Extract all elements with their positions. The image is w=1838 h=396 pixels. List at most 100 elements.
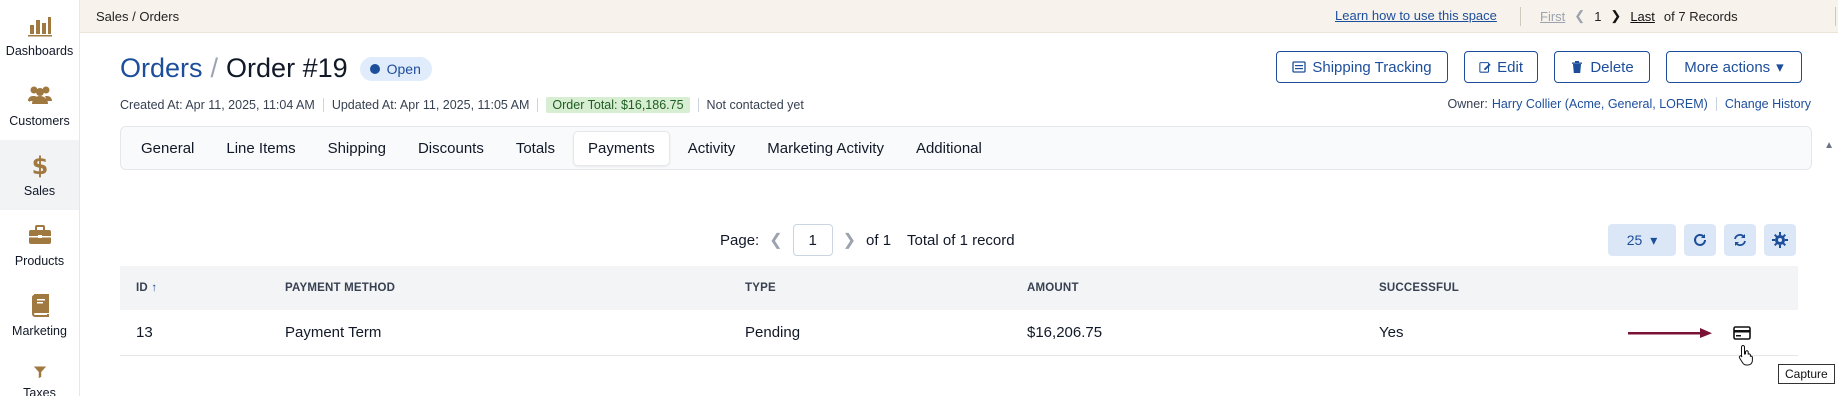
tab-discounts[interactable]: Discounts (404, 132, 498, 165)
app-root: Dashboards Customers $ Sales Products Ma… (0, 0, 1838, 396)
column-header-amount[interactable]: AMOUNT (1027, 282, 1379, 294)
column-header-payment-method[interactable]: PAYMENT METHOD (285, 282, 745, 294)
cell-type: Pending (745, 324, 801, 341)
refresh-button[interactable] (1684, 224, 1716, 256)
caret-down-icon: ▾ (1776, 59, 1784, 76)
record-pager: First ❮ 1 ❯ Last of 7 Records (1540, 8, 1738, 24)
cell-payment-method: Payment Term (285, 324, 382, 341)
grid-pager: Page: ❮ ❯ of 1 Total of 1 record (720, 224, 1015, 256)
sidebar-item-label: Marketing (12, 324, 67, 338)
funnel-icon (33, 366, 46, 379)
more-actions-button[interactable]: More actions ▾ (1666, 51, 1802, 83)
chevron-left-icon[interactable]: ❮ (769, 230, 782, 250)
sidebar-item-products[interactable]: Products (0, 210, 79, 280)
sidebar-item-label: Sales (23, 184, 56, 198)
credit-card-icon[interactable] (1732, 324, 1752, 342)
tab-payments[interactable]: Payments (573, 130, 670, 166)
refresh-icon (1694, 233, 1706, 246)
button-label: Shipping Tracking (1312, 58, 1432, 76)
sidebar-item-marketing[interactable]: Marketing (0, 280, 79, 350)
scroll-up-icon[interactable]: ▲ (1824, 140, 1834, 151)
tab-bar: General Line Items Shipping Discounts To… (120, 126, 1812, 170)
tab-totals[interactable]: Totals (502, 132, 569, 165)
column-label: ID (136, 282, 148, 294)
bar-chart-icon (27, 17, 52, 37)
status-badge: Open (359, 56, 432, 81)
tab-shipping[interactable]: Shipping (314, 132, 400, 165)
trash-icon (1572, 61, 1583, 73)
top-bar: Sales / Orders Learn how to use this spa… (80, 0, 1838, 33)
action-buttons: Shipping Tracking Edit Delete More actio… (1276, 51, 1802, 83)
table-row[interactable]: 13 Payment Term Pending $16,206.75 Yes (120, 310, 1798, 366)
order-total-badge: Order Total: $16,186.75 (546, 97, 690, 113)
shipping-tracking-button[interactable]: Shipping Tracking (1276, 51, 1448, 83)
column-header-type[interactable]: TYPE (745, 282, 1027, 294)
updated-at: Updated At: Apr 11, 2025, 11:05 AM (331, 98, 530, 112)
tab-line-items[interactable]: Line Items (212, 132, 309, 165)
owner-link[interactable]: Harry Collier (Acme, General, LOREM) (1492, 97, 1708, 111)
page-input[interactable] (792, 224, 833, 256)
tab-activity[interactable]: Activity (674, 132, 750, 165)
order-title: Order #19 (226, 53, 348, 83)
pencil-icon (1479, 62, 1491, 73)
chevron-left-icon[interactable]: ❮ (1574, 8, 1585, 24)
book-icon (31, 294, 49, 317)
tab-general[interactable]: General (127, 132, 208, 165)
breadcrumb: Sales / Orders (96, 8, 180, 24)
briefcase-icon (28, 225, 51, 244)
sidebar-item-label: Products (14, 254, 65, 268)
capture-tooltip: Capture (1778, 364, 1835, 384)
page-label: Page: (720, 231, 760, 249)
tab-marketing-activity[interactable]: Marketing Activity (753, 132, 898, 165)
divider (1520, 7, 1521, 26)
sync-icon (1734, 234, 1746, 246)
hand-cursor-icon (1738, 344, 1753, 366)
sidebar-item-dashboards[interactable]: Dashboards (0, 0, 79, 70)
sidebar: Dashboards Customers $ Sales Products Ma… (0, 0, 80, 396)
status-dot-icon (369, 63, 380, 74)
learn-link[interactable]: Learn how to use this space (1335, 8, 1497, 23)
list-icon (1292, 61, 1307, 73)
owner-label: Owner: (1447, 97, 1488, 111)
caret-down-icon: ▾ (1650, 231, 1658, 248)
grid-tools: 25 ▾ (1608, 224, 1796, 256)
last-record-link[interactable]: Last (1630, 9, 1655, 24)
first-record-link[interactable]: First (1540, 9, 1565, 24)
main-content: Sales / Orders Learn how to use this spa… (80, 0, 1838, 396)
settings-button[interactable] (1764, 224, 1796, 256)
sidebar-item-label: Customers (9, 114, 70, 128)
sidebar-item-label: Taxes (23, 386, 56, 396)
column-header-successful[interactable]: SUCCESSFUL (1379, 282, 1579, 294)
sidebar-item-sales[interactable]: $ Sales (0, 140, 79, 210)
page-size-select[interactable]: 25 ▾ (1608, 224, 1676, 256)
divider (537, 98, 539, 112)
sidebar-item-taxes[interactable]: Taxes (0, 350, 79, 396)
change-history-link[interactable]: Change History (1725, 97, 1811, 111)
page-size-value: 25 (1626, 232, 1643, 248)
record-meta: Created At: Apr 11, 2025, 11:04 AM Updat… (120, 97, 804, 113)
delete-button[interactable]: Delete (1554, 51, 1650, 83)
sort-arrow-icon: ↑ (151, 282, 158, 294)
sidebar-item-label: Dashboards (5, 44, 74, 58)
divider (697, 98, 699, 112)
record-header: Orders / Order #19 Open Shipping Trackin… (80, 33, 1838, 170)
chevron-right-icon[interactable]: ❯ (843, 230, 856, 250)
button-label: Delete (1590, 58, 1634, 76)
chevron-right-icon[interactable]: ❯ (1610, 8, 1621, 24)
sync-button[interactable] (1724, 224, 1756, 256)
status-label: Open (386, 60, 421, 77)
tab-additional[interactable]: Additional (902, 132, 996, 165)
orders-link[interactable]: Orders (120, 53, 203, 84)
edit-button[interactable]: Edit (1464, 51, 1538, 83)
divider (322, 98, 324, 112)
users-icon (27, 86, 52, 104)
created-at: Created At: Apr 11, 2025, 11:04 AM (120, 98, 315, 112)
svg-text:$: $ (31, 152, 48, 178)
divider (1835, 7, 1836, 26)
sidebar-item-customers[interactable]: Customers (0, 70, 79, 140)
record-total: Total of 1 record (907, 231, 1015, 249)
record-count: of 7 Records (1663, 8, 1738, 24)
gear-icon (1772, 232, 1788, 248)
current-record: 1 (1594, 8, 1602, 24)
column-header-id[interactable]: ID ↑ (120, 282, 285, 294)
